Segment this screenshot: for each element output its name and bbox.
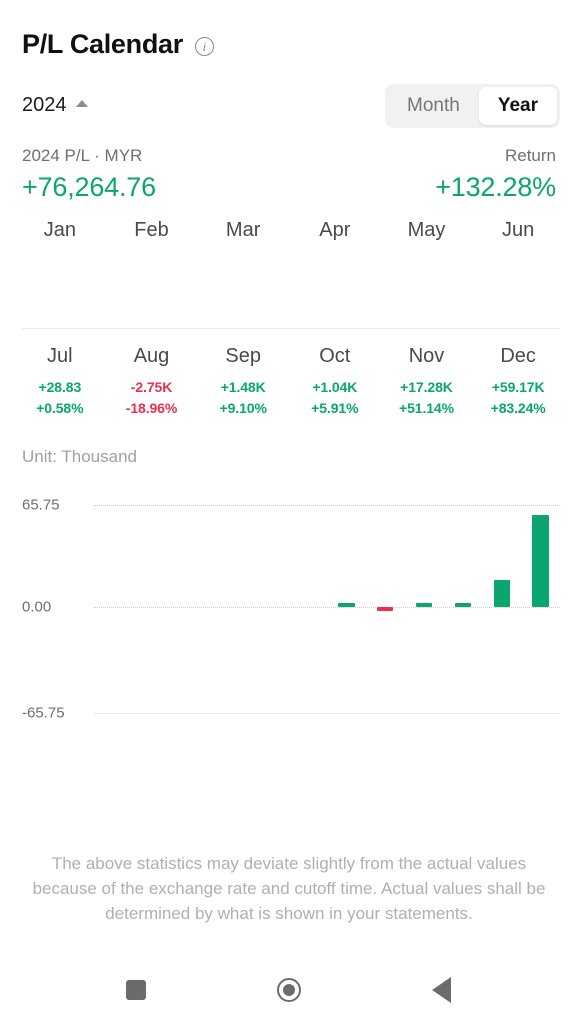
month-cell-feb[interactable]: Feb [106,203,198,308]
pl-summary: 2024 P/L · MYR +76,264.76 [22,146,156,203]
y-axis-label-zero: 0.00 [22,598,52,616]
system-navigation-bar [0,956,578,1024]
month-cell-sep[interactable]: Sep +1.48K +9.10% [197,329,289,433]
bar-jul[interactable] [338,602,355,607]
month-amount: +59.17K [491,378,545,395]
return-label: Return [504,145,556,165]
bar-oct[interactable] [454,602,472,607]
month-cell-may[interactable]: May [381,203,473,308]
triangle-back-icon [432,977,452,1003]
gridline-bottom [94,712,560,715]
month-name: May [407,218,446,241]
month-name: Sep [225,344,261,367]
chart-bars [94,483,560,708]
month-name: Nov [408,344,445,367]
bar-sep[interactable] [415,602,433,607]
year-selector-label: 2024 [22,94,67,117]
page-header: P/L Calendar i [0,0,578,60]
month-cell-oct[interactable]: Oct +1.04K +5.91% [289,329,381,433]
month-name: Aug [133,344,170,367]
back-button[interactable] [413,966,471,1014]
pl-value: +76,264.76 [22,171,156,202]
month-grid-second-half: Jul +28.83 +0.58% Aug -2.75K -18.96% Sep +1.48K… [0,329,578,433]
month-cell-jul[interactable]: Jul +28.83 +0.58% [14,329,106,433]
return-value: +132.28% [435,171,556,202]
bar-aug[interactable] [377,606,394,611]
month-cell-nov[interactable]: Nov +17.28K +51.14% [381,329,473,433]
y-axis-label-min: -65.75 [22,704,65,722]
month-grid-first-half: Jan Feb Mar Apr May Jun [0,203,578,308]
month-cell-mar[interactable]: Mar [197,203,289,308]
page-title: P/L Calendar [22,29,183,59]
square-icon [126,980,147,1000]
month-name: Jun [502,218,535,241]
app-screen: P/L Calendar i 2024 Month Year 2024 P/L … [0,0,578,1024]
month-percent: +5.91% [311,399,359,416]
y-axis-label-max: 65.75 [22,496,60,514]
bar-nov[interactable] [493,579,510,607]
month-name: Jul [47,344,73,367]
home-dot-icon [282,984,295,996]
month-name: Dec [500,344,536,367]
month-percent: +9.10% [219,399,267,416]
month-amount: +1.04K [312,378,358,395]
month-name: Jan [43,218,76,241]
chart-unit-label: Unit: Thousand [22,446,137,466]
caret-up-icon [75,100,88,108]
recents-button[interactable] [107,966,165,1014]
month-amount: -2.75K [130,378,173,395]
return-summary: Return +132.28% [435,146,556,203]
month-name: Oct [319,344,351,367]
month-name: Apr [319,218,351,241]
month-cell-jun[interactable]: Jun [472,203,564,308]
month-name: Mar [225,218,261,241]
info-icon[interactable]: i [194,37,214,57]
pl-bar-chart: 65.75 0.00 -65.75 [22,483,560,721]
month-amount: +1.48K [220,378,266,395]
month-cell-dec[interactable]: Dec +59.17K +83.24% [472,329,564,433]
month-amount: +28.83 [38,378,82,395]
month-name: Feb [134,218,169,241]
tab-month[interactable]: Month [388,87,479,125]
month-cell-jan[interactable]: Jan [14,203,106,308]
month-percent: -18.96% [125,399,178,416]
year-selector[interactable]: 2024 [22,94,88,117]
month-percent: +83.24% [490,399,546,416]
month-cell-aug[interactable]: Aug -2.75K -18.96% [106,329,198,433]
tab-year[interactable]: Year [478,86,557,125]
disclaimer-text: The above statistics may deviate slightl… [32,853,546,923]
bar-dec[interactable] [532,514,549,607]
month-percent: +51.14% [399,399,454,416]
home-button[interactable] [260,966,318,1014]
month-percent: +0.58% [36,399,84,416]
circle-home-icon [276,978,301,1002]
month-cell-apr[interactable]: Apr [289,203,381,308]
period-toggle: Month Year [385,83,560,128]
pl-label: 2024 P/L · MYR [22,145,143,165]
controls-row: 2024 Month Year [0,83,578,128]
summary-section: 2024 P/L · MYR +76,264.76 Return +132.28… [0,128,578,203]
month-amount: +17.28K [400,378,453,395]
